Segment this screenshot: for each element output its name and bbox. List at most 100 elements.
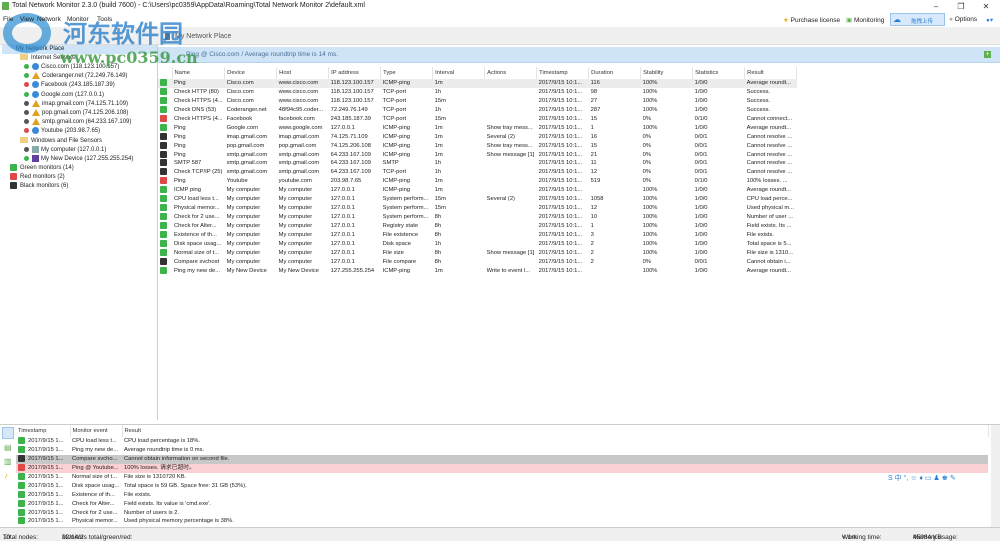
table-row[interactable]: Check TCP/IP (25) smtp.gmail.com smtp.gmai… [158,168,797,177]
tree-node[interactable]: My New Device (127.255.255.254) [24,154,133,164]
log-row[interactable]: 2017/9/15 1... Ping @ Youtube... 100% loss… [16,463,988,473]
status-cell [158,204,172,213]
log-row[interactable]: 2017/9/15 1... Normal size of t... File si… [16,472,988,482]
table-row[interactable]: Ping Youtube youtube.com 203.98.7.65 ICMP-pi… [158,177,797,186]
tree-node[interactable]: Cisco.com (118.123.100.157) [24,63,119,72]
column-header-interval[interactable]: Interval [432,67,486,79]
add-icon[interactable]: + [984,51,991,58]
log-row[interactable]: 2017/9/15 1... Check for Alter... Field ex… [16,499,988,509]
status-square-icon [18,454,25,462]
column-header-timestamp[interactable]: Timestamp [536,67,590,79]
log-header-result[interactable]: Result [122,425,989,437]
bell-icon[interactable]: ♪ [4,471,8,480]
cell-name: Check DNS (53) [174,106,217,113]
log-scrollbar[interactable] [991,425,1000,528]
tree-node[interactable]: Youtube (203.98.7.65) [24,127,100,136]
log-view-icon[interactable] [2,427,14,439]
tree-group[interactable]: Windows and File Sensors [12,137,102,146]
log-row[interactable]: 2017/9/15 1... Disk space usag... Total sp… [16,481,988,491]
cell-name: Ping [174,151,186,158]
column-header-type[interactable]: Type [380,67,434,79]
tree-node[interactable]: smtp.gmail.com (64.233.167.109) [24,118,131,127]
cell-device: My computer [226,240,261,247]
menu-monitor[interactable]: Monitor [67,16,89,23]
column-header-actions[interactable]: Actions [484,67,538,79]
table-row[interactable]: SMTP 587 smtp.gmail.com smtp.gmail.com 64.2… [158,159,797,168]
tree-node[interactable]: My computer (127.0.0.1) [24,145,106,155]
log-row[interactable]: 2017/9/15 1... CPU load less t... CPU load… [16,437,988,446]
cell-interval: 8h [434,231,442,238]
table-row[interactable]: ICMP ping My computer My computer 127.0.0.1… [158,186,797,195]
tree-node[interactable]: Coderanger.net (72.249.76.149) [24,72,127,81]
options-button[interactable]: ● Options [949,16,977,23]
monitoring-button[interactable]: ▣ Monitoring [846,16,884,24]
cell-device: smtp.gmail.com [226,160,268,167]
minimize-button[interactable]: – [925,0,947,13]
table-row[interactable]: Ping smtp.gmail.com smtp.gmail.com 64.233.1… [158,150,797,160]
column-header-result[interactable]: Result [744,67,798,79]
tree-summary-item[interactable]: Black monitors (6) [10,182,68,191]
tree-summary-item[interactable]: Red monitors (2) [10,173,65,182]
menu-file[interactable]: File [3,16,13,23]
table-row[interactable]: Ping Google.com www.google.com 127.0.0.1 ICM… [158,123,797,133]
table-row[interactable]: Ping Cisco.com www.cisco.com 118.123.100.15… [158,79,797,88]
table-row[interactable]: Ping my new de... My New Device My New Dev… [158,266,797,276]
cell-duration: 15 [590,142,598,149]
log-row[interactable]: 2017/9/15 1... Ping my new de... Average r… [16,445,988,455]
help-icon[interactable]: ●▾ [986,16,993,24]
maximize-button[interactable]: ❐ [950,0,972,13]
tree-node[interactable]: imap.gmail.com (74.125.71.109) [24,99,128,109]
table-row[interactable]: Ping pop.gmail.com pop.gmail.com 74.125.206… [158,141,797,151]
log-header-monitor-event[interactable]: Monitor event [70,425,123,437]
tree-root[interactable]: My Network Place [2,45,157,54]
tree-node[interactable]: Google.com (127.0.0.1) [24,90,104,100]
menu-tools[interactable]: Tools [97,16,112,23]
log-row[interactable]: 2017/9/15 1... Compare svcho... Cannot obt… [16,454,988,464]
network-icon [165,33,170,40]
column-header-duration[interactable]: Duration [588,67,642,79]
monitor-log-icon[interactable]: ▤ [4,443,12,452]
column-header-ip-address[interactable]: IP address [328,67,382,79]
menu-network[interactable]: Network [37,16,61,23]
upload-widget[interactable]: ☁ 拖拽上传 [890,13,945,26]
tree-node[interactable]: Facebook (243.185.187.39) [24,81,115,90]
column-header-name[interactable]: Name [172,67,226,79]
table-row[interactable]: Check HTTPS (4... Cisco.com www.cisco.com 1… [158,96,797,106]
table-row[interactable]: CPU load less t... My computer My computer… [158,195,797,204]
tree-summary-item[interactable]: Green monitors (14) [10,164,74,173]
purchase-license-button[interactable]: ★ Purchase license [783,16,840,24]
menu-view[interactable]: View [20,16,34,23]
ime-toolbar[interactable]: S 中 °, ☺ ♦ ▭ ♟ ♚ ✎ [888,473,956,483]
cell-device: imap.gmail.com [226,133,268,140]
table-row[interactable]: Check for 2 use... My computer My computer… [158,213,797,222]
log-header-timestamp[interactable]: Timestamp [16,425,71,437]
table-row[interactable]: Normal size of t... My computer My compute… [158,248,797,258]
column-header-device[interactable]: Device [224,67,278,79]
log-row[interactable]: 2017/9/15 1... Check for 2 use... Number o… [16,508,988,518]
chart-icon[interactable]: ▥ [4,457,12,466]
column-header-stability[interactable]: Stability [640,67,694,79]
table-row[interactable]: Check HTTPS (4... Facebook facebook.com 243… [158,114,797,124]
column-header-host[interactable]: Host [276,67,330,79]
globe-icon [32,127,39,135]
column-header-statistics[interactable]: Statistics [692,67,746,79]
table-row[interactable]: Disk space usag... My computer My computer… [158,239,797,249]
table-row[interactable]: Check DNS (53) Coderanger.net 48f94c95.cod… [158,105,797,115]
info-bar: Ping @ Cisco.com / Average roundtrip tim… [158,47,1000,63]
table-row[interactable]: Compare svchost My computer My computer 127… [158,257,797,267]
close-button[interactable]: ✕ [975,0,997,13]
tree-group[interactable]: Internet Sensors [12,54,75,63]
tree-node[interactable]: pop.gmail.com (74.125.206.108) [24,109,128,118]
table-row[interactable]: Ping imap.gmail.com imap.gmail.com 74.125.7… [158,132,797,142]
table-row[interactable]: Physical memor... My computer My computer 1… [158,204,797,213]
cell-name: Disk space usag... [174,240,222,247]
log-row[interactable]: 2017/9/15 1... Physical memor... Used phys… [16,517,988,526]
cell-duration: 27 [590,97,598,104]
log-row[interactable]: 2017/9/15 1... Existence of th... File exi… [16,490,988,500]
table-row[interactable]: Check for Alter... My computer My computer… [158,222,797,231]
cell-timestamp: 2017/9/15 10:1... [538,142,583,149]
table-row[interactable]: Check HTTP (80) Cisco.com www.cisco.com 118… [158,87,797,97]
cell-host: facebook.com [278,115,315,122]
cell-actions: Several (2) [486,133,515,140]
table-row[interactable]: Existence of th... My computer My computer… [158,230,797,240]
